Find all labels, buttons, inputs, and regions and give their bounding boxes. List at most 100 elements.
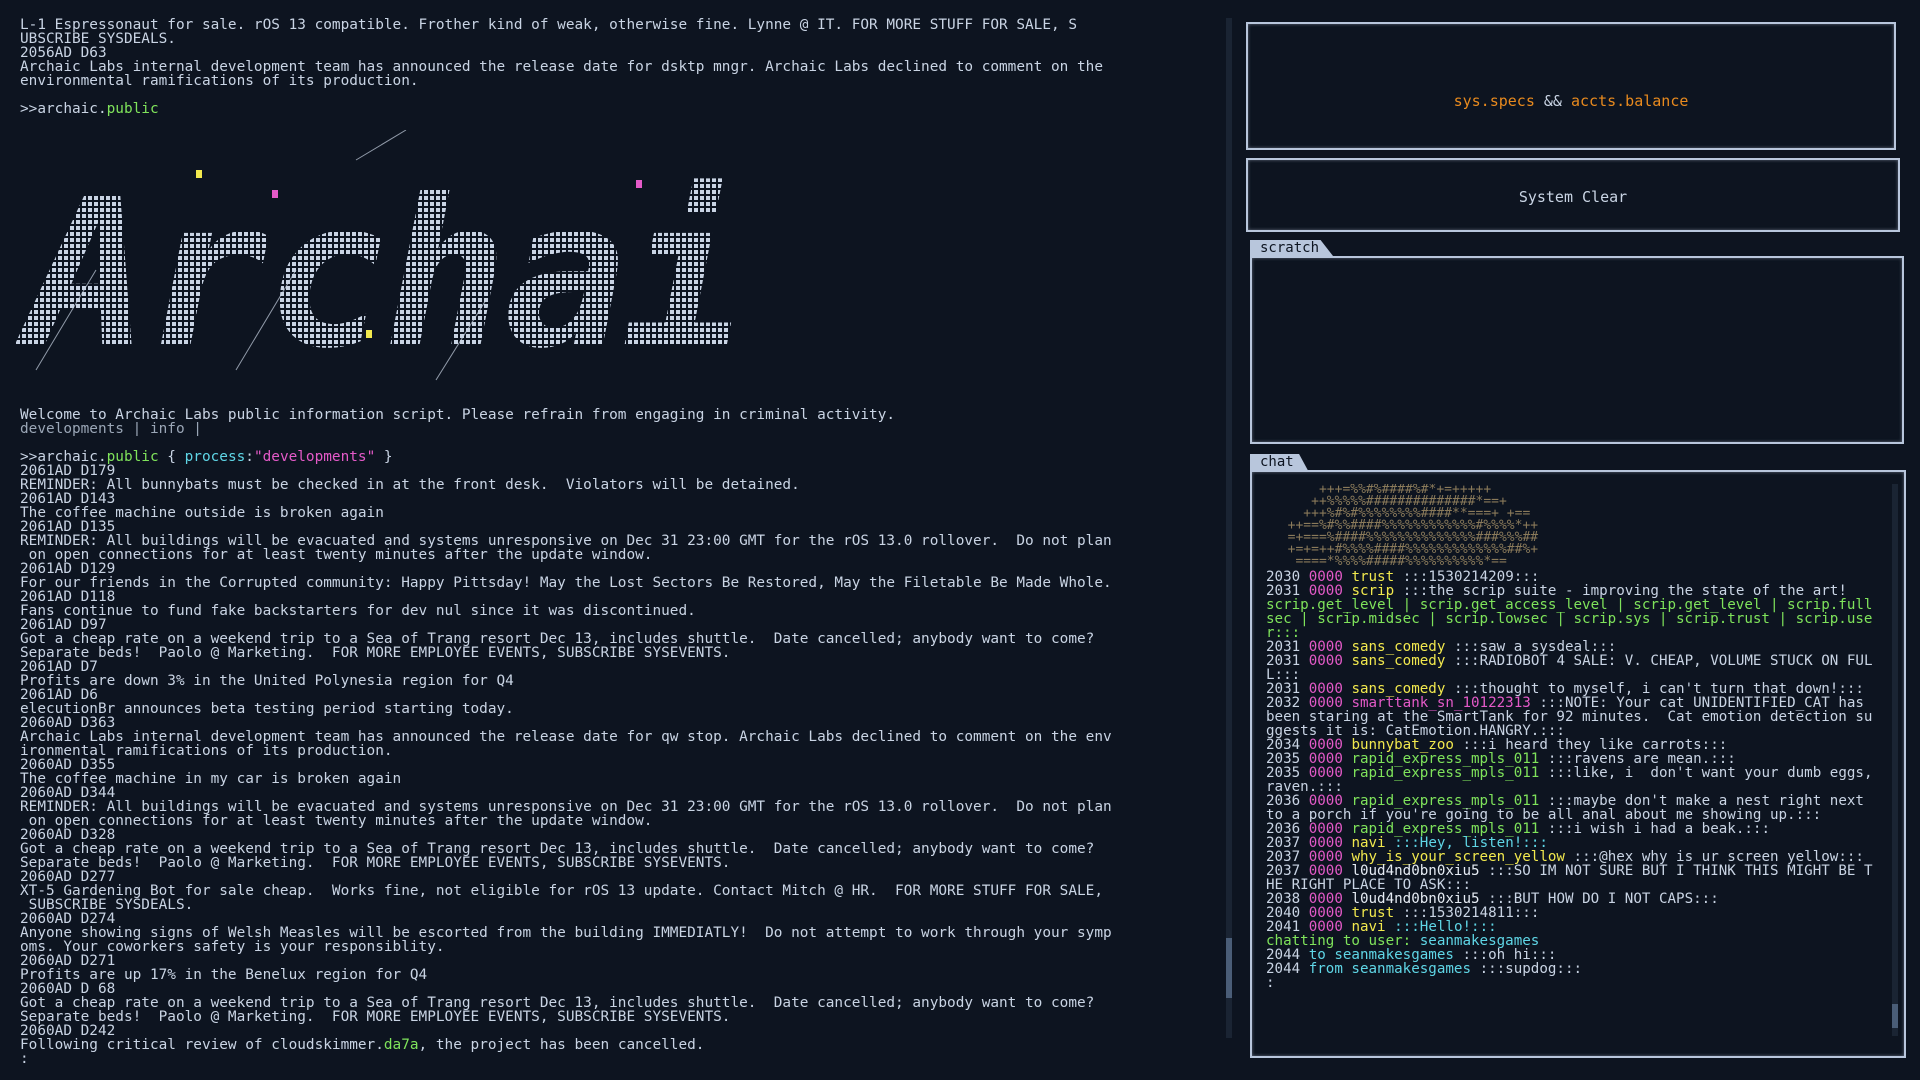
log-entry: Got a cheap rate on a weekend trip to a …: [20, 632, 1095, 646]
chat-message: 2036 0000 rapid_express_mpls_011 :::i wi…: [1266, 822, 1878, 836]
arg-value: "developments": [253, 450, 376, 464]
dm-direction: from seanmakesgames: [1308, 961, 1472, 977]
direct-message: 2044 to seanmakesgames :::oh hi:::: [1266, 948, 1878, 962]
chat-panel[interactable]: +++=%%#%####%#*+=+++++ ++%%%%%##########…: [1250, 470, 1906, 1058]
log-timestamp: 2060AD D355: [20, 758, 116, 772]
log-last-line: Following critical review of cloudskimme…: [20, 1038, 1228, 1052]
chat-message: 2040 0000 trust :::1530214811:::: [1266, 906, 1878, 920]
log-timestamp: 2061AD D97: [20, 618, 107, 632]
log-entry: The coffee machine in my car is broken a…: [20, 772, 402, 786]
log-entry: Separate beds! Paolo @ Marketing. FOR MO…: [20, 1010, 731, 1024]
log-timestamp: 2061AD D179: [20, 464, 116, 478]
log-entry: Separate beds! Paolo @ Marketing. FOR MO…: [20, 856, 731, 870]
log-entry: oms. Your coworkers safety is your respo…: [20, 940, 445, 954]
log-entry: REMINDER: All buildings will be evacuate…: [20, 534, 1112, 548]
last-line-text: Following critical review of cloudskimme…: [20, 1038, 384, 1052]
chat-messages: 2030 0000 trust :::1530214209::: 2031 000…: [1266, 570, 1878, 934]
chat-scroll-thumb[interactable]: [1892, 1004, 1898, 1028]
header-log-line: UBSCRIBE SYSDEALS.: [20, 32, 176, 46]
archaic-logo-graphic: Archaic: [14, 129, 866, 394]
log-entry: ironmental ramifications of its producti…: [20, 744, 393, 758]
log-timestamp: 2061AD D7: [20, 660, 98, 674]
command-name: public: [106, 102, 159, 116]
chat-message: 2031 0000 scrip :::the scrip suite - imp…: [1266, 584, 1878, 598]
arg-colon: :: [245, 450, 254, 464]
terminal-scrollbar[interactable]: [1226, 18, 1232, 1038]
specs-balance-panel[interactable]: sys.specs && accts.balance: [1246, 22, 1896, 150]
developments-log: 2061AD D179 REMINDER: All bunnybats must …: [20, 464, 1228, 1038]
chat-message: 2038 0000 l0ud4nd0bn0xiu5 :::BUT HOW DO …: [1266, 892, 1878, 906]
system-clear-label: System Clear: [1518, 188, 1628, 206]
chat-log: +++=%%#%####%#*+=+++++ ++%%%%%##########…: [1266, 484, 1878, 990]
chat-tab[interactable]: chat: [1250, 454, 1308, 470]
system-status-panel[interactable]: System Clear: [1246, 158, 1900, 232]
terminal-scroll-thumb[interactable]: [1226, 938, 1232, 998]
log-timestamp: 2060AD D328: [20, 828, 116, 842]
log-timestamp: 2060AD D 68: [20, 982, 116, 996]
log-timestamp: 2061AD D118: [20, 590, 116, 604]
prompt-symbol: >>: [20, 102, 38, 116]
dm-text: :::supdog:::: [1479, 961, 1583, 977]
chat-input-prompt: :: [1266, 975, 1275, 991]
prompt-symbol: >>: [20, 450, 38, 464]
chat-message: scrip.get_level | scrip.get_access_level…: [1266, 598, 1878, 640]
public-script-terminal[interactable]: L-1 Espressonaut for sale. rOS 13 compat…: [0, 0, 1228, 1080]
chat-input[interactable]: :: [1266, 976, 1878, 990]
chat-message: 2037 0000 l0ud4nd0bn0xiu5 :::SO IM NOT S…: [1266, 864, 1878, 892]
log-timestamp: 2060AD D344: [20, 786, 116, 800]
command-line-archaic-public: >>archaic.public: [20, 102, 1228, 116]
header-log-line: L-1 Espressonaut for sale. rOS 13 compat…: [20, 18, 1077, 32]
log-entry: on open connections for at least twenty …: [20, 814, 653, 828]
log-entry: REMINDER: All buildings will be evacuate…: [20, 800, 1112, 814]
direct-message: 2044 from seanmakesgames :::supdog:::: [1266, 962, 1878, 976]
log-entry: REMINDER: All bunnybats must be checked …: [20, 478, 800, 492]
archaic-ascii-logo: Archaic: [14, 129, 866, 394]
chat-message: 2032 0000 smarttank_sn_10122313 :::NOTE:…: [1266, 696, 1878, 738]
log-entry: on open connections for at least twenty …: [20, 548, 653, 562]
terminal-input[interactable]: :: [20, 1052, 1228, 1066]
chat-username: sans_comedy: [1351, 653, 1446, 669]
log-timestamp: 2060AD D277: [20, 870, 116, 884]
header-log-line: environmental ramifications of its produ…: [20, 74, 419, 88]
input-prompt: :: [20, 1052, 29, 1066]
log-entry: Profits are down 3% in the United Polyne…: [20, 674, 514, 688]
chat-message: 2031 0000 sans_comedy :::RADIOBOT 4 SALE…: [1266, 654, 1878, 682]
chat-message: 2035 0000 rapid_express_mpls_011 :::rave…: [1266, 752, 1878, 766]
log-timestamp: 2060AD D363: [20, 716, 116, 730]
last-line-tail: , the project has been cancelled.: [418, 1038, 705, 1052]
chat-message: 2030 0000 trust :::1530214209:::: [1266, 570, 1878, 584]
log-entry: XT-5 Gardening Bot for sale cheap. Works…: [20, 884, 1103, 898]
log-timestamp: 2060AD D242: [20, 1024, 116, 1038]
logo-text: Archaic: [16, 156, 736, 390]
log-entry: elecutionBr announces beta testing perio…: [20, 702, 514, 716]
brace-close: }: [375, 450, 393, 464]
scratch-tab[interactable]: scratch: [1250, 240, 1334, 256]
direct-messages: 2044 to seanmakesgames :::oh hi::: 2044 f…: [1266, 948, 1878, 976]
chat-message: 2031 0000 sans_comedy :::thought to myse…: [1266, 682, 1878, 696]
header-log-line: Archaic Labs internal development team h…: [20, 60, 1103, 74]
header-log: L-1 Espressonaut for sale. rOS 13 compat…: [20, 18, 1228, 88]
command-namespace: archaic.: [37, 102, 107, 116]
command-name: public: [106, 450, 159, 464]
chat-message: 2037 0000 why_is_your_screen_yellow :::@…: [1266, 850, 1878, 864]
scratch-panel[interactable]: [1250, 256, 1904, 444]
chat-username: rapid_express_mpls_011: [1351, 765, 1540, 781]
sys-specs-text: sys.specs: [1453, 92, 1535, 110]
chat-message: 2036 0000 rapid_express_mpls_011 :::mayb…: [1266, 794, 1878, 822]
chat-message: 2041 0000 navi :::Hello!:::: [1266, 920, 1878, 934]
specs-separator: &&: [1534, 92, 1571, 110]
log-entry: SUBSCRIBE SYSDEALS.: [20, 898, 194, 912]
log-entry: Profits are up 17% in the Benelux region…: [20, 968, 428, 982]
chat-scrollbar[interactable]: [1892, 484, 1898, 1036]
log-entry: Separate beds! Paolo @ Marketing. FOR MO…: [20, 646, 731, 660]
log-entry: The coffee machine outside is broken aga…: [20, 506, 384, 520]
last-line-highlight: da7a: [383, 1038, 419, 1052]
log-entry: Got a cheap rate on a weekend trip to a …: [20, 996, 1095, 1010]
chat-message: 2034 0000 bunnybat_zoo :::i heard they l…: [1266, 738, 1878, 752]
chat-user-id: 0000: [1308, 653, 1343, 669]
log-timestamp: 2061AD D129: [20, 562, 116, 576]
log-timestamp: 2061AD D6: [20, 688, 98, 702]
chat-message: 2035 0000 rapid_express_mpls_011 :::like…: [1266, 766, 1878, 794]
log-timestamp: 2061AD D143: [20, 492, 116, 506]
header-log-line: 2056AD D63: [20, 46, 107, 60]
